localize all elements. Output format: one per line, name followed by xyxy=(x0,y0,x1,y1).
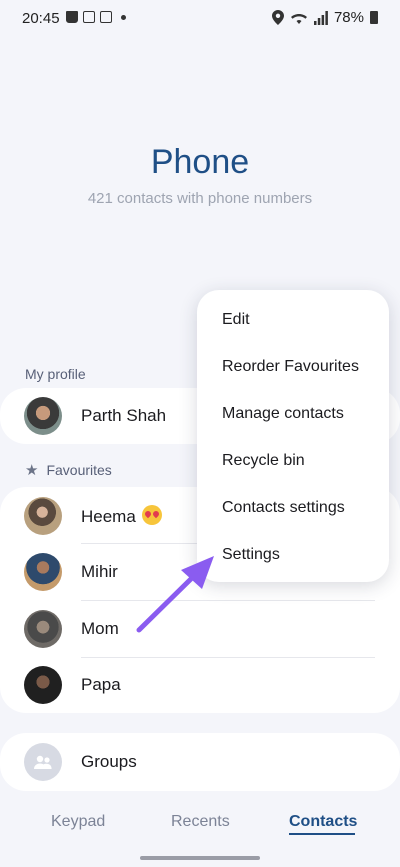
tab-keypad[interactable]: Keypad xyxy=(51,813,105,831)
active-tab-indicator xyxy=(289,833,355,835)
tab-contacts[interactable]: Contacts xyxy=(289,813,357,831)
star-icon: ★ xyxy=(25,462,39,479)
shopping-bag-icon xyxy=(66,11,78,23)
calendar-icon xyxy=(83,11,95,23)
status-time: 20:45 xyxy=(22,10,60,27)
menu-item-contacts-settings[interactable]: Contacts settings xyxy=(222,499,345,517)
contact-name: Mom xyxy=(81,619,119,638)
status-bar: 20:45 78% xyxy=(0,0,400,38)
tab-recents[interactable]: Recents xyxy=(171,813,230,831)
avatar xyxy=(24,553,62,591)
menu-item-recycle-bin[interactable]: Recycle bin xyxy=(222,452,305,470)
favourites-label: ★ Favourites xyxy=(25,461,112,479)
contact-name: Mihir xyxy=(81,562,118,581)
favourites-label-text: Favourites xyxy=(46,462,112,478)
groups-card[interactable]: Groups xyxy=(0,733,400,791)
list-item[interactable]: Mom xyxy=(0,601,400,657)
signal-icon xyxy=(313,10,328,25)
list-item[interactable]: Papa xyxy=(0,657,400,713)
menu-item-edit[interactable]: Edit xyxy=(222,311,250,329)
battery-percentage: 78% xyxy=(333,9,364,26)
notification-dot-icon xyxy=(121,14,126,20)
contact-name: Heema xyxy=(81,505,162,527)
groups-label: Groups xyxy=(81,752,137,771)
calendar-icon xyxy=(100,11,112,23)
avatar xyxy=(24,397,62,435)
menu-item-settings[interactable]: Settings xyxy=(222,546,280,564)
heart-eyes-emoji-icon xyxy=(141,505,162,525)
page-title: Phone xyxy=(150,143,250,181)
people-icon xyxy=(24,743,62,781)
avatar xyxy=(24,666,62,704)
status-right-icons: 78% xyxy=(271,9,378,26)
home-indicator[interactable] xyxy=(140,856,260,860)
menu-item-reorder-favourites[interactable]: Reorder Favourites xyxy=(222,358,359,376)
location-icon xyxy=(271,10,284,25)
contacts-count: 421 contacts with phone numbers xyxy=(87,190,313,207)
groups-row[interactable]: Groups xyxy=(0,734,400,790)
contact-name-text: Heema xyxy=(81,507,136,526)
menu-item-manage-contacts[interactable]: Manage contacts xyxy=(222,405,344,423)
overflow-menu: Edit Reorder Favourites Manage contacts … xyxy=(197,290,389,582)
wifi-icon xyxy=(290,13,307,24)
status-left-icons xyxy=(66,11,126,23)
profile-name: Parth Shah xyxy=(81,406,167,425)
contact-name: Papa xyxy=(81,675,121,694)
battery-icon xyxy=(370,11,378,24)
my-profile-label: My profile xyxy=(25,366,86,382)
avatar xyxy=(24,497,62,535)
avatar xyxy=(24,610,62,648)
